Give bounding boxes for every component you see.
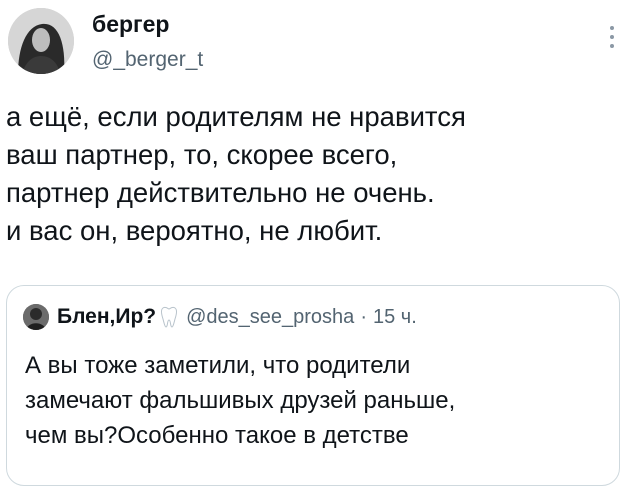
quoted-timestamp[interactable]: 15 ч. (373, 306, 417, 329)
separator-dot: · (360, 305, 367, 328)
tooth-icon (160, 306, 178, 328)
quoted-tweet[interactable]: Блен,Ир? @des_see_prosha · 15 ч. А вы то… (6, 285, 620, 486)
quoted-tweet-text: А вы тоже заметили, что родители замечаю… (25, 348, 605, 453)
more-vertical-icon[interactable] (606, 24, 618, 50)
tweet-text-line: ваш партнер, то, скорее всего, (6, 139, 398, 170)
author-info: бергер @_berger_t (92, 10, 203, 73)
author-display-name[interactable]: бергер (92, 10, 203, 38)
tweet: бергер @_berger_t а ещё, если родителям … (0, 0, 640, 497)
tweet-text-line: а ещё, если родителям не нравится (6, 101, 466, 132)
quoted-text-line: чем вы?Особенно такое в детстве (25, 422, 409, 449)
author-avatar[interactable] (8, 8, 74, 74)
tweet-text-line: партнер действительно не очень. (6, 177, 435, 208)
tweet-text: а ещё, если родителям не нравится ваш па… (6, 98, 626, 250)
quoted-author-avatar[interactable] (23, 304, 49, 330)
quoted-text-line: А вы тоже заметили, что родители (25, 352, 411, 379)
tweet-text-line: и вас он, вероятно, не любит. (6, 215, 383, 246)
quoted-author-display-name[interactable]: Блен,Ир? (57, 305, 156, 329)
author-handle[interactable]: @_berger_t (92, 47, 203, 73)
quoted-tweet-header: Блен,Ир? @des_see_prosha · 15 ч. (23, 304, 417, 330)
quoted-text-line: замечают фальшивых друзей раньше, (25, 387, 456, 414)
quoted-author-handle[interactable]: @des_see_prosha (186, 306, 354, 329)
